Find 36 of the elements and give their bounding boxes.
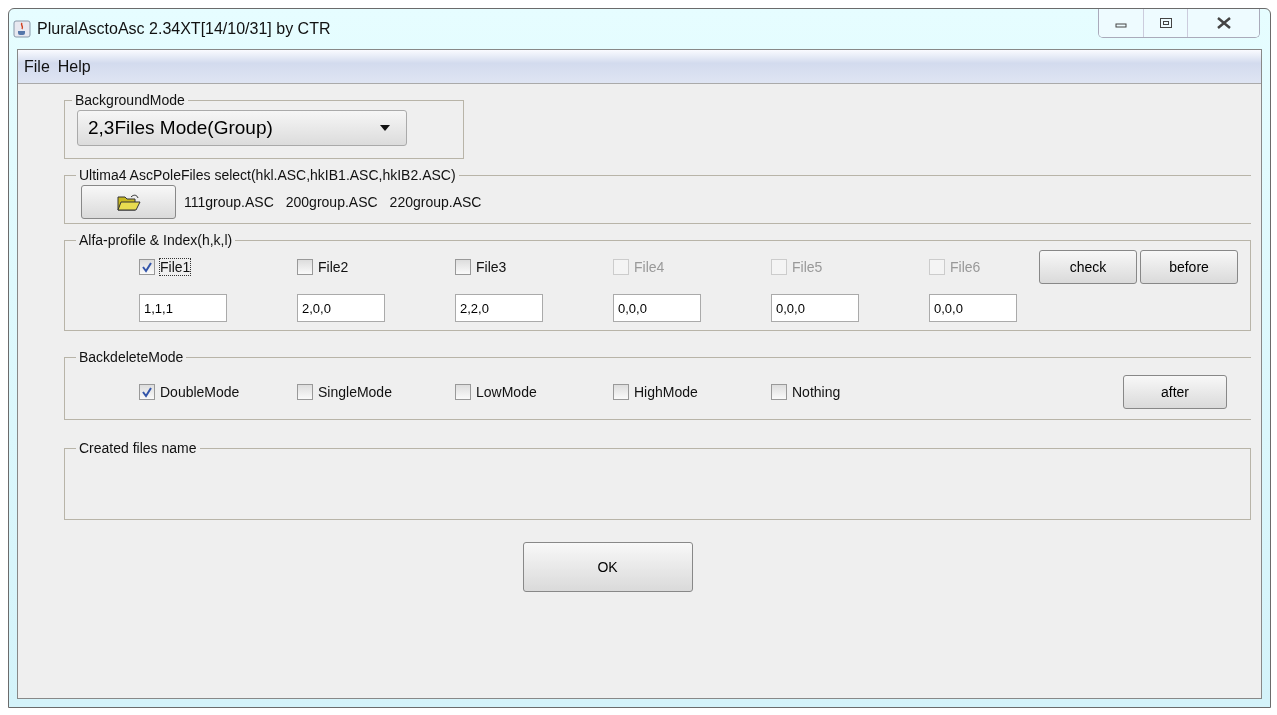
- index-input[interactable]: 1,1,1: [139, 294, 227, 322]
- index-input[interactable]: 2,2,0: [455, 294, 543, 322]
- file-name: 200group.ASC: [285, 194, 378, 210]
- action-button[interactable]: check: [1039, 250, 1137, 284]
- check-icon: [141, 386, 153, 398]
- maximize-button[interactable]: [1143, 9, 1187, 37]
- maximize-icon: [1158, 17, 1173, 29]
- group-legend: BackdeleteMode: [76, 349, 187, 365]
- index-input[interactable]: 2,0,0: [297, 294, 385, 322]
- caret-icon: [380, 125, 390, 131]
- coffee-cup-icon: [13, 20, 31, 38]
- file-name: 220group.ASC: [389, 194, 482, 210]
- after-button[interactable]: after: [1123, 375, 1227, 409]
- group-legend: BackgroundMode: [72, 92, 188, 108]
- group-legend: Alfa-profile & Index(h,k,l): [76, 232, 236, 248]
- mode-checkbox[interactable]: HighMode: [613, 384, 771, 400]
- file-name: 111group.ASC: [184, 194, 274, 210]
- file-checkbox[interactable]: File3: [455, 259, 507, 275]
- mode-dropdown[interactable]: 2,3Files Mode(Group): [77, 110, 407, 146]
- mode-checkbox[interactable]: DoubleMode: [139, 384, 297, 400]
- folder-icon: [116, 193, 141, 211]
- action-button[interactable]: before: [1140, 250, 1238, 284]
- mode-checkbox[interactable]: Nothing: [771, 384, 929, 400]
- check-icon: [141, 261, 153, 273]
- file-checkbox[interactable]: File1: [139, 259, 191, 275]
- open-folder-button[interactable]: [81, 185, 176, 219]
- mode-checkbox[interactable]: SingleMode: [297, 384, 455, 400]
- mode-checkbox[interactable]: LowMode: [455, 384, 613, 400]
- ok-button[interactable]: OK: [522, 542, 693, 592]
- file-checkbox[interactable]: File2: [297, 259, 349, 275]
- group-legend: Created files name: [76, 440, 200, 456]
- menu-item[interactable]: Help: [57, 57, 91, 76]
- group-legend: Ultima4 AscPoleFiles select(hkl.ASC,hkIB1.ASC,hkIB2.ASC): [76, 167, 459, 183]
- close-button[interactable]: [1187, 9, 1259, 37]
- window-title: PluralAsctoAsc 2.34XT[14/10/31] by CTR: [37, 20, 331, 38]
- menu-item[interactable]: File: [24, 57, 50, 76]
